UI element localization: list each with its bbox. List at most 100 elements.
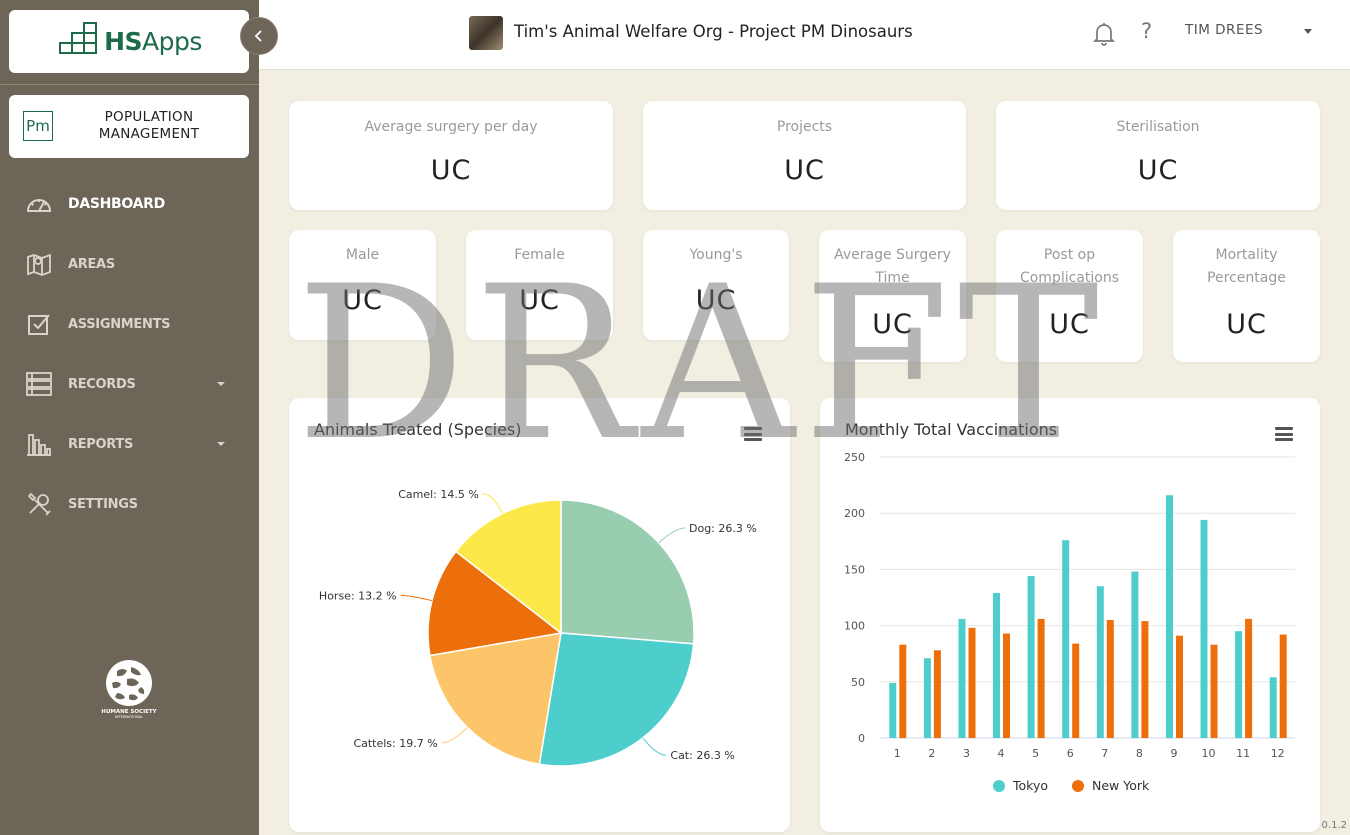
pie-slice-dog[interactable] (560, 499, 695, 645)
bar-new-york[interactable] (1245, 618, 1253, 738)
stat-card-projects: Projects UC (643, 101, 966, 210)
pie-connector (642, 737, 667, 756)
bar-tokyo[interactable] (1131, 571, 1139, 738)
sidebar-item-settings[interactable]: SETTINGS (0, 474, 259, 534)
vaccinations-chart-panel: Monthly Total Vaccinations 0 50 100 150 200 2… (820, 398, 1320, 832)
sidebar-item-label: RECORDS (68, 376, 136, 392)
y-tick-label: 0 (858, 732, 865, 745)
sidebar-item-label: SETTINGS (68, 496, 138, 512)
chevron-down-icon[interactable] (1304, 29, 1312, 34)
x-tick-label: 12 (1271, 747, 1285, 760)
chart-legend: Tokyo New York (993, 778, 1149, 793)
sidebar: HSApps Pm POPULATION MANAGEMENT DASHBOAR… (0, 0, 259, 835)
bar-tokyo[interactable] (1269, 677, 1277, 738)
sidebar-divider (0, 84, 259, 85)
y-tick-label: 50 (851, 676, 865, 689)
bar-tokyo[interactable] (889, 682, 897, 738)
sidebar-item-label: AREAS (68, 256, 115, 272)
sidebar-item-assignments[interactable]: ASSIGNMENTS (0, 294, 259, 354)
y-tick-label: 150 (844, 563, 865, 576)
bar-new-york[interactable] (1176, 635, 1183, 738)
org-avatar[interactable] (469, 16, 503, 50)
checkbox-icon (26, 311, 52, 337)
x-tick-label: 3 (963, 747, 970, 760)
bar-chart-icon (26, 431, 52, 457)
stat-label: Average surgery per day (364, 119, 538, 135)
bar-new-york[interactable] (899, 644, 907, 738)
legend-label-tokyo[interactable]: Tokyo (1013, 778, 1048, 793)
pie-connector (482, 493, 503, 514)
dashboard-icon (26, 191, 52, 217)
x-tick-label: 5 (1032, 747, 1039, 760)
stat-label: Projects (776, 119, 833, 135)
help-icon[interactable]: ? (1141, 19, 1152, 43)
bar-new-york[interactable] (933, 650, 941, 738)
bar-new-york[interactable] (968, 627, 976, 738)
collapse-sidebar-button[interactable] (240, 17, 278, 55)
x-tick-label: 9 (1171, 747, 1178, 760)
module-selector[interactable]: Pm POPULATION MANAGEMENT (9, 95, 249, 158)
bar-tokyo[interactable] (1027, 576, 1035, 738)
bar-new-york[interactable] (1003, 633, 1010, 739)
legend-swatch-new-york (1072, 779, 1084, 792)
stat-value: UC (872, 309, 913, 340)
pie-label: Camel: 14.5 % (398, 488, 479, 501)
module-label: POPULATION MANAGEMENT (79, 109, 219, 143)
bar-new-york[interactable] (1141, 621, 1149, 738)
stat-card-average-surgery-time: Average Surgery Time UC (819, 230, 966, 362)
stat-card-youngs: Young's UC (643, 230, 789, 340)
bar-tokyo[interactable] (923, 658, 931, 738)
x-tick-label: 10 (1202, 747, 1216, 760)
x-tick-label: 8 (1136, 747, 1143, 760)
bar-new-york[interactable] (1210, 644, 1218, 738)
pie-label: Cattels: 19.7 % (353, 737, 437, 750)
records-icon (26, 371, 52, 397)
hsi-line2: INTERNATIONAL (115, 715, 143, 719)
humane-society-logo: HUMANE SOCIETY INTERNATIONAL (97, 657, 161, 721)
hsapps-logo-icon (59, 21, 98, 54)
tools-icon (26, 491, 52, 517)
bar-new-york[interactable] (1037, 618, 1045, 738)
stat-card-male: Male UC (289, 230, 436, 340)
org-title: Tim's Animal Welfare Org - Project PM Di… (514, 22, 913, 41)
pm-module-icon: Pm (23, 111, 53, 141)
pie-slice-cat[interactable] (538, 632, 695, 767)
sidebar-item-reports[interactable]: REPORTS (0, 414, 259, 474)
species-chart-panel: Animals Treated (Species) Dog: 26.3 % Cat… (289, 398, 790, 832)
stat-label: Sterilisation (1116, 119, 1200, 135)
legend-label-new-york[interactable]: New York (1092, 778, 1149, 793)
bar-tokyo[interactable] (958, 618, 966, 738)
bar-tokyo[interactable] (993, 593, 1000, 738)
bar-tokyo[interactable] (1166, 495, 1173, 738)
bar-new-york[interactable] (1106, 620, 1114, 738)
stat-value: UC (342, 285, 383, 316)
sidebar-item-areas[interactable]: AREAS (0, 234, 259, 294)
hsapps-logo[interactable]: HSApps (9, 10, 249, 73)
pie-label: Horse: 13.2 % (319, 589, 397, 602)
bar-new-york[interactable] (1279, 634, 1287, 738)
user-menu[interactable]: TIM DREES (1185, 22, 1263, 38)
bar-tokyo[interactable] (1235, 631, 1243, 738)
y-tick-label: 100 (844, 620, 865, 633)
bar-new-york[interactable] (1072, 643, 1080, 738)
y-tick-label: 250 (844, 451, 865, 464)
stat-label: Young's (689, 247, 743, 263)
bar-chart: 0501001502002501 2 3 4 5 6 7 8 9 10 11 12 (844, 451, 1295, 760)
bar-tokyo[interactable] (1062, 540, 1070, 738)
bar-tokyo[interactable] (1096, 586, 1104, 738)
x-tick-label: 4 (998, 747, 1005, 760)
sidebar-item-dashboard[interactable]: DASHBOARD (0, 174, 259, 234)
chevron-down-icon[interactable] (217, 442, 225, 446)
top-header: Tim's Animal Welfare Org - Project PM Di… (259, 0, 1350, 70)
logo-text-apps: Apps (142, 27, 202, 56)
stat-label: Female (514, 247, 565, 263)
bell-icon[interactable] (1091, 20, 1117, 46)
pie-label: Cat: 26.3 % (670, 749, 734, 762)
sidebar-item-records[interactable]: RECORDS (0, 354, 259, 414)
stat-value: UC (784, 155, 825, 186)
stat-card-female: Female UC (466, 230, 613, 340)
bar-tokyo[interactable] (1200, 519, 1208, 738)
stat-value: UC (695, 285, 737, 316)
chevron-down-icon[interactable] (217, 382, 225, 386)
logo-text-hs: HS (104, 27, 143, 56)
